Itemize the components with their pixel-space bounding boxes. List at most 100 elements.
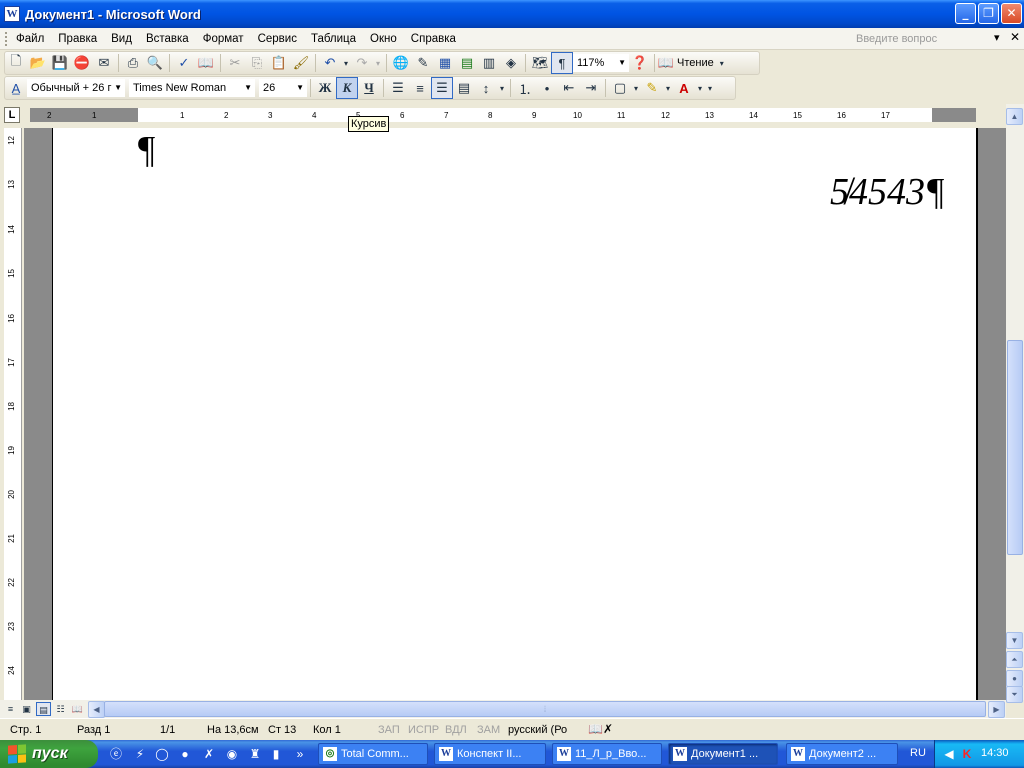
status-track-changes[interactable]: ИСПР [408,724,439,736]
quicklaunch-icon[interactable]: ✗ [201,746,217,762]
task-lab[interactable]: W 11_Л_р_Вво... [552,743,662,765]
scroll-up-button[interactable]: ▲ [1006,108,1023,125]
menu-table[interactable]: Таблица [304,33,363,45]
word-app-icon[interactable]: W [4,6,20,22]
status-extend[interactable]: ВДЛ [445,724,467,736]
hyperlink-icon[interactable]: 🌐 [390,52,412,74]
styles-formatting-icon[interactable]: A̲ [5,77,27,99]
zoom-select[interactable]: 117% ▼ [573,54,629,72]
menu-tools[interactable]: Сервис [251,33,304,45]
insert-excel-icon[interactable]: ▤ [456,52,478,74]
research-icon[interactable]: 📖 [195,52,217,74]
line-spacing-icon[interactable]: ↕ [475,77,497,99]
show-more-icon[interactable]: » [292,746,308,762]
horizontal-scrollbar[interactable]: ≡ ▣ ▤ ☷ 📖 ◀ ⦙ ▶ [0,700,1006,718]
task-document2[interactable]: W Документ2 ... [786,743,898,765]
document-close-button[interactable]: ✕ [1010,30,1020,44]
borders-dropdown-icon[interactable]: ▾ [631,77,641,99]
email-icon[interactable]: ✉ [93,52,115,74]
line-spacing-dropdown-icon[interactable]: ▾ [497,77,507,99]
language-indicator[interactable]: RU [910,747,926,759]
quicklaunch-icon[interactable]: ◉ [224,746,240,762]
task-konspekt[interactable]: W Конспект II... [434,743,546,765]
status-overtype[interactable]: ЗАМ [477,724,500,736]
bullets-icon[interactable]: • [536,77,558,99]
task-total-commander[interactable]: ◎ Total Comm... [318,743,428,765]
quicklaunch-icon[interactable]: ♜ [247,746,263,762]
font-size-select[interactable]: 26 ▼ [259,79,307,97]
align-right-icon[interactable]: ☰ [431,77,453,99]
previous-page-button[interactable]: ⏶ [1006,651,1023,668]
question-dropdown-icon[interactable]: ▾ [994,31,1000,44]
horizontal-ruler[interactable]: 2 1 1 2 3 4 5 6 7 8 9 10 11 12 13 14 15 … [30,108,976,122]
menu-edit[interactable]: Правка [51,33,104,45]
tables-borders-icon[interactable]: ✎ [412,52,434,74]
font-select[interactable]: Times New Roman ▼ [129,79,255,97]
normal-view-icon[interactable]: ≡ [3,702,18,716]
document-text[interactable]: 5̸4543¶ [830,170,945,214]
document-map-icon[interactable]: 🗺 [529,52,551,74]
quicklaunch-icon[interactable]: ⚡ [132,746,148,762]
help-icon[interactable]: ❓ [629,52,651,74]
print-preview-icon[interactable]: 🔍 [144,52,166,74]
restore-button[interactable]: ❐ [978,3,999,24]
read-icon[interactable]: 📖 [658,52,674,74]
menu-format[interactable]: Формат [196,33,251,45]
borders-icon[interactable]: ▢ [609,77,631,99]
justify-icon[interactable]: ▤ [453,77,475,99]
clock[interactable]: 14:30 [981,747,1009,759]
scroll-down-button[interactable]: ▼ [1006,632,1023,649]
paste-icon[interactable]: 📋 [268,52,290,74]
question-input[interactable]: Введите вопрос [856,31,1006,47]
align-center-icon[interactable]: ≡ [409,77,431,99]
font-color-dropdown-icon[interactable]: ▾ [695,77,705,99]
horizontal-scroll-thumb[interactable]: ⦙ [104,701,986,717]
font-color-icon[interactable]: A [673,77,695,99]
italic-button[interactable]: К [336,77,358,99]
minimize-button[interactable]: _ [955,3,976,24]
tray-arrow-icon[interactable]: ◀ [941,746,957,762]
spelling-status-icon[interactable]: 📖✗ [588,722,613,736]
menu-help[interactable]: Справка [404,33,463,45]
close-button[interactable]: ✕ [1001,3,1022,24]
style-select[interactable]: Обычный + 26 г ▼ [27,79,125,97]
status-record[interactable]: ЗАП [378,724,400,736]
menu-file[interactable]: Файл [9,33,51,45]
scroll-right-button[interactable]: ▶ [988,701,1005,718]
undo-dropdown-icon[interactable]: ▾ [341,52,351,74]
task-document1[interactable]: W Документ1 ... [668,743,778,765]
outline-view-icon[interactable]: ☷ [53,702,68,716]
reading-view-icon[interactable]: 📖 [70,702,85,716]
cut-icon[interactable]: ✂ [224,52,246,74]
decrease-indent-icon[interactable]: ⇤ [558,77,580,99]
permission-icon[interactable]: ⛔ [71,52,93,74]
save-icon[interactable]: 💾 [49,52,71,74]
highlight-icon[interactable]: ✎ [641,77,663,99]
quicklaunch-icon[interactable]: ▮ [268,746,284,762]
copy-icon[interactable]: ⎘ [246,52,268,74]
spelling-icon[interactable]: ✓ [173,52,195,74]
show-hide-pilcrow-icon[interactable]: ¶ [551,52,573,74]
kaspersky-icon[interactable]: K [959,746,975,762]
undo-icon[interactable]: ↶ [319,52,341,74]
bold-button[interactable]: Ж [314,77,336,99]
menu-insert[interactable]: Вставка [139,33,196,45]
print-layout-icon[interactable]: ▤ [36,702,51,716]
read-button[interactable]: Чтение [674,57,717,69]
menu-view[interactable]: Вид [104,33,139,45]
highlight-dropdown-icon[interactable]: ▾ [663,77,673,99]
underline-button[interactable]: Ч [358,77,380,99]
redo-dropdown-icon[interactable]: ▾ [373,52,383,74]
web-view-icon[interactable]: ▣ [19,702,34,716]
start-button[interactable]: пуск [0,740,98,768]
ie-icon[interactable]: ⓔ [108,746,124,762]
menu-window[interactable]: Окно [363,33,404,45]
vertical-ruler[interactable]: 12 13 14 15 16 17 18 19 20 21 22 23 24 [4,128,22,700]
drawing-icon[interactable]: ◈ [500,52,522,74]
tab-selector[interactable]: L [4,107,20,123]
redo-icon[interactable]: ↷ [351,52,373,74]
numbering-icon[interactable]: ⒈ [514,77,536,99]
align-left-icon[interactable]: ☰ [387,77,409,99]
open-icon[interactable]: 📂 [27,52,49,74]
next-page-button[interactable]: ⏷ [1006,686,1023,703]
